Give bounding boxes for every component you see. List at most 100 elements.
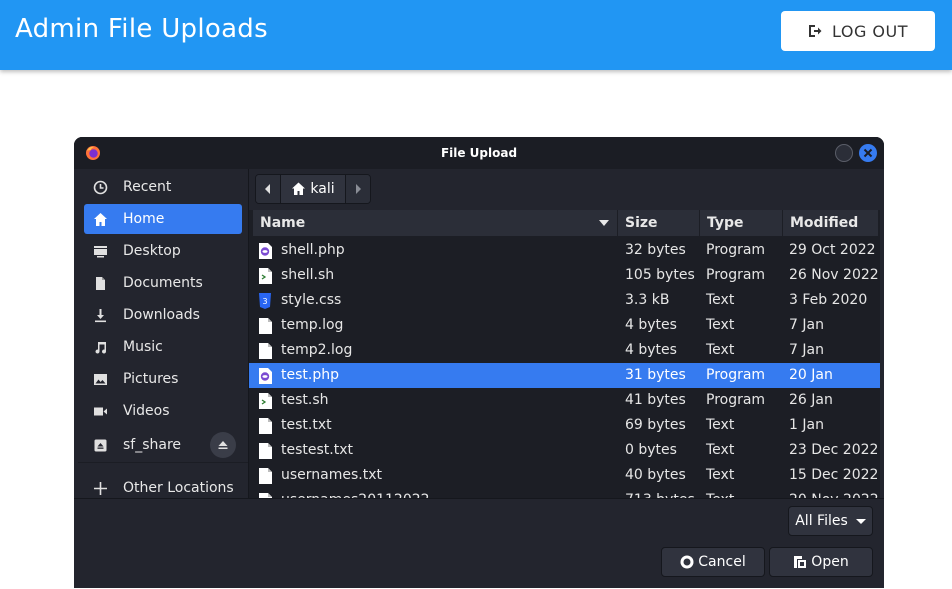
text-file-icon: [258, 468, 272, 484]
logout-button[interactable]: LOG OUT: [781, 11, 935, 51]
file-upload-dialog: File Upload Recent Home Desktop Document…: [74, 137, 884, 588]
path-crumb-home[interactable]: kali: [280, 175, 346, 203]
sidebar-item-other-locations[interactable]: Other Locations: [84, 473, 242, 498]
sidebar-item-label: Desktop: [123, 243, 181, 259]
file-name: test.txt: [281, 417, 332, 433]
file-row[interactable]: usernames20112022713 bytesText20 Nov 202…: [249, 488, 880, 498]
sidebar-item-downloads[interactable]: Downloads: [84, 300, 242, 330]
file-modified: 1 Jan: [789, 417, 824, 433]
file-filter-label: All Files: [795, 513, 848, 529]
file-type: Text: [706, 442, 735, 458]
column-header-size[interactable]: Size: [618, 210, 700, 236]
sidebar-item-home[interactable]: Home: [84, 204, 242, 234]
path-bar: kali: [255, 174, 371, 204]
text-file-icon: [258, 343, 272, 359]
php-file-icon: [258, 243, 272, 259]
file-modified: 7 Jan: [789, 317, 824, 333]
sidebar-item-label: Videos: [123, 403, 170, 419]
file-row[interactable]: shell.php 32 bytes Program 29 Oct 2022: [249, 238, 880, 263]
file-row[interactable]: test.txt 69 bytes Text 1 Jan: [249, 413, 880, 438]
column-header-name[interactable]: Name: [253, 210, 618, 236]
column-header-label: Modified: [790, 215, 859, 231]
sidebar-separator: [78, 462, 248, 463]
file-size: 31 bytes: [625, 367, 686, 383]
file-name: usernames.txt: [281, 467, 383, 483]
sidebar-item-pictures[interactable]: Pictures: [84, 364, 242, 394]
column-header-type[interactable]: Type: [700, 210, 783, 236]
file-row[interactable]: shell.sh 105 bytes Program 26 Nov 2022: [249, 263, 880, 288]
file-size: 32 bytes: [625, 242, 686, 258]
document-icon: [95, 276, 105, 290]
sidebar-item-label: Documents: [123, 275, 203, 291]
file-modified: 7 Jan: [789, 342, 824, 358]
file-name: shell.php: [281, 242, 345, 258]
dialog-title: File Upload: [440, 146, 518, 160]
path-forward-button[interactable]: [346, 175, 370, 203]
chevron-down-icon: [855, 518, 866, 524]
sidebar-item-label: Home: [123, 211, 165, 227]
sidebar-item-videos[interactable]: Videos: [84, 396, 242, 426]
file-row[interactable]: 3 style.css 3.3 kB Text 3 Feb 2020: [249, 288, 880, 313]
text-file-icon: [258, 418, 272, 434]
script-file-icon: [258, 268, 272, 284]
php-file-icon: [258, 368, 272, 384]
file-row[interactable]: testest.txt 0 bytes Text 23 Dec 2022: [249, 438, 880, 463]
sidebar-item-label: Recent: [123, 179, 172, 195]
file-list: Name Size Type Modified shell.php 32 byte…: [249, 210, 880, 498]
cancel-icon: [680, 555, 694, 569]
sort-descending-icon: [599, 220, 609, 226]
file-size: 0 bytes: [625, 442, 677, 458]
file-row[interactable]: test.php 31 bytes Program 20 Jan: [249, 363, 880, 388]
chevron-right-icon: [356, 184, 361, 194]
file-row[interactable]: temp2.log 4 bytes Text 7 Jan: [249, 338, 880, 363]
file-row[interactable]: test.sh 41 bytes Program 26 Jan: [249, 388, 880, 413]
file-modified: 23 Dec 2022: [789, 442, 879, 458]
drive-icon: [94, 439, 106, 451]
minimize-button[interactable]: [835, 144, 853, 162]
open-button[interactable]: Open: [769, 547, 873, 577]
sidebar-item-music[interactable]: Music: [84, 332, 242, 362]
file-type: Program: [706, 367, 766, 383]
sidebar-item-sf-share[interactable]: sf_share: [84, 430, 242, 460]
places-sidebar: Recent Home Desktop Documents Downloads …: [78, 169, 248, 498]
file-size: 4 bytes: [625, 342, 677, 358]
file-modified: 26 Nov 2022: [789, 267, 879, 283]
file-row[interactable]: usernames.txt 40 bytes Text 15 Dec 2022: [249, 463, 880, 488]
sidebar-item-desktop[interactable]: Desktop: [84, 236, 242, 266]
eject-button[interactable]: [210, 432, 236, 458]
file-size: 40 bytes: [625, 467, 686, 483]
sidebar-item-documents[interactable]: Documents: [84, 268, 242, 298]
sidebar-item-recent[interactable]: Recent: [84, 172, 242, 202]
download-icon: [94, 308, 106, 322]
plus-icon: [93, 481, 107, 495]
open-label: Open: [811, 554, 849, 570]
text-file-icon: [258, 318, 272, 334]
file-modified: 15 Dec 2022: [789, 467, 879, 483]
desktop-icon: [93, 245, 107, 257]
column-header-modified[interactable]: Modified: [783, 210, 879, 236]
file-filter-dropdown[interactable]: All Files: [788, 506, 873, 536]
file-row[interactable]: temp.log 4 bytes Text 7 Jan: [249, 313, 880, 338]
file-type: Text: [706, 317, 735, 333]
file-size: 41 bytes: [625, 392, 686, 408]
file-type: Program: [706, 392, 766, 408]
file-size: 3.3 kB: [625, 292, 670, 308]
home-icon: [93, 212, 107, 226]
close-icon: [863, 148, 873, 158]
cancel-button[interactable]: Cancel: [661, 547, 765, 577]
css-file-icon: 3: [258, 293, 272, 309]
eject-icon: [218, 441, 228, 449]
column-header-label: Name: [260, 215, 306, 231]
cancel-label: Cancel: [698, 554, 746, 570]
file-size: 4 bytes: [625, 317, 677, 333]
picture-icon: [93, 373, 107, 385]
file-name: temp2.log: [281, 342, 353, 358]
path-back-button[interactable]: [256, 175, 280, 203]
text-file-icon: [258, 443, 272, 459]
file-type: Program: [706, 267, 766, 283]
column-header-label: Type: [707, 215, 744, 231]
close-button[interactable]: [859, 144, 877, 162]
file-type: Program: [706, 242, 766, 258]
file-name: test.php: [281, 367, 339, 383]
dialog-titlebar: File Upload: [74, 137, 884, 169]
